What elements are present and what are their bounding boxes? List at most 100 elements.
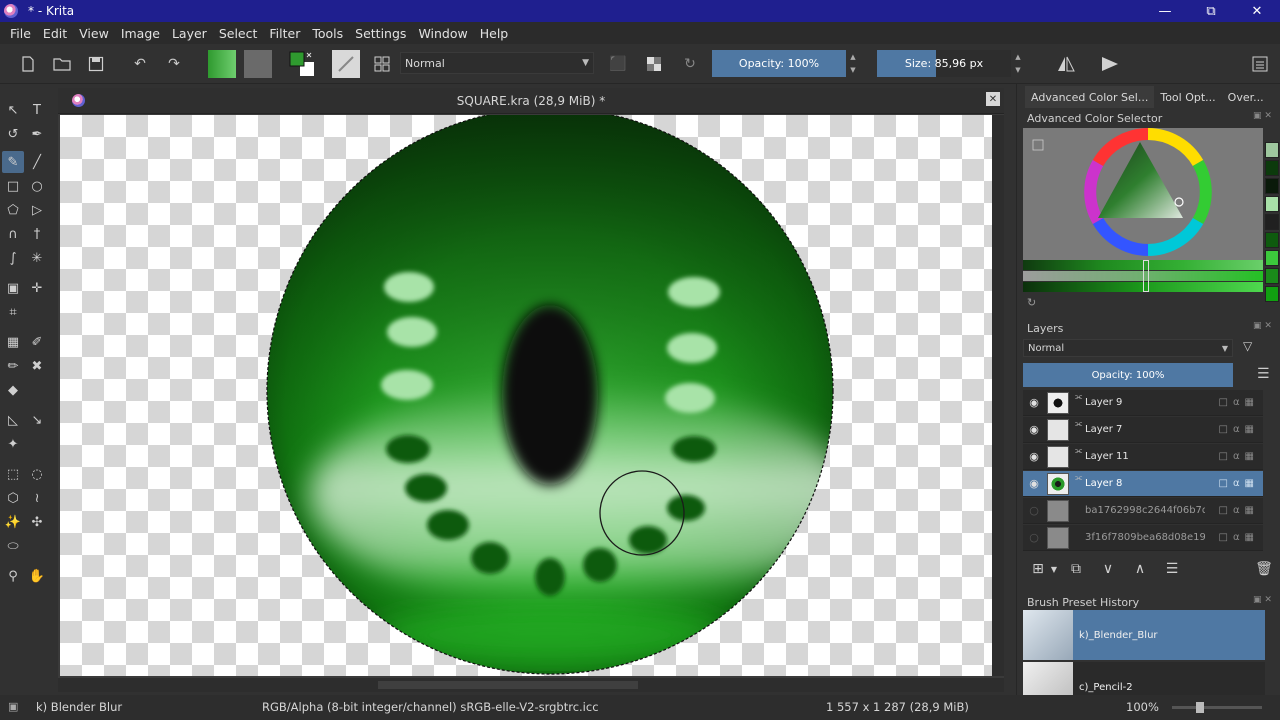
reload-preset-icon[interactable]: ↻: [678, 52, 702, 76]
lock-alpha-icon[interactable]: □α▦: [1219, 397, 1260, 408]
save-icon[interactable]: [84, 52, 108, 76]
contiguous-selection-tool-icon[interactable]: ✨: [2, 511, 24, 533]
zoom-slider[interactable]: [1172, 702, 1262, 713]
eye-closed-icon[interactable]: ○: [1023, 504, 1045, 517]
edit-shapes-tool-icon[interactable]: ↺: [2, 123, 24, 145]
polygon-tool-icon[interactable]: ⬠: [2, 199, 24, 221]
ellipse-tool-icon[interactable]: ○: [26, 175, 48, 197]
horizontal-scrollbar[interactable]: [58, 678, 1004, 692]
pattern-selector-icon[interactable]: [244, 50, 272, 78]
select-shapes-tool-icon[interactable]: ↖: [2, 99, 24, 121]
tab-advanced-color-selector[interactable]: Advanced Color Sel...: [1025, 86, 1155, 108]
redo-icon[interactable]: ↷: [162, 52, 186, 76]
calligraphy-tool-icon[interactable]: ✒: [26, 123, 48, 145]
menu-settings[interactable]: Settings: [349, 26, 412, 41]
preserve-alpha-icon[interactable]: [642, 52, 666, 76]
zoom-slider-handle[interactable]: [1196, 702, 1204, 713]
lock-alpha-icon[interactable]: □α▦: [1219, 451, 1260, 462]
bezier-tool-icon[interactable]: ∩: [2, 223, 24, 245]
recent-color-swatch[interactable]: [1265, 250, 1279, 266]
gradient-tool-icon[interactable]: ▦: [2, 331, 24, 353]
vertical-scrollbar[interactable]: [992, 115, 1004, 676]
fg-bg-color-icon[interactable]: [288, 50, 316, 78]
eye-icon[interactable]: ◉: [1023, 450, 1045, 463]
color-selector-panel[interactable]: [1023, 128, 1263, 262]
recent-color-swatch[interactable]: [1265, 178, 1279, 194]
lock-alpha-icon[interactable]: □α▦: [1219, 478, 1260, 489]
layer-properties-sliders-icon[interactable]: ☰: [1161, 558, 1183, 580]
recent-color-swatch[interactable]: [1265, 214, 1279, 230]
menu-tools[interactable]: Tools: [306, 26, 349, 41]
layers-blend-mode-select[interactable]: Normal ▼: [1023, 339, 1233, 357]
rectangular-selection-tool-icon[interactable]: ⬚: [2, 463, 24, 485]
undo-icon[interactable]: ↶: [128, 52, 152, 76]
lock-alpha-icon[interactable]: □α▦: [1219, 505, 1260, 516]
close-document-icon[interactable]: ✕: [986, 92, 1000, 106]
move-layer-up-icon[interactable]: ∧: [1129, 558, 1151, 580]
dynamic-brush-tool-icon[interactable]: ∫: [2, 247, 24, 269]
transform-tool-icon[interactable]: ▣: [2, 277, 24, 299]
gradient-selector-icon[interactable]: [208, 50, 236, 78]
size-slider[interactable]: Size: 85,96 px: [877, 50, 1011, 77]
menu-window[interactable]: Window: [412, 26, 473, 41]
menu-edit[interactable]: Edit: [37, 26, 73, 41]
open-document-icon[interactable]: [50, 52, 74, 76]
size-spinner[interactable]: ▲ ▼: [1013, 50, 1023, 77]
preset-history-float-icon[interactable]: ▣ ✕: [1253, 595, 1272, 605]
eye-icon[interactable]: ◉: [1023, 396, 1045, 409]
recent-color-swatch[interactable]: [1265, 232, 1279, 248]
eye-icon[interactable]: ◉: [1023, 477, 1045, 490]
opacity-spinner[interactable]: ▲ ▼: [848, 50, 858, 77]
delete-layer-icon[interactable]: 🗑: [1253, 558, 1275, 580]
horizontal-scroll-thumb[interactable]: [378, 681, 638, 689]
workspace-grid-icon[interactable]: [370, 52, 394, 76]
maximize-button[interactable]: ⧉: [1188, 0, 1234, 22]
polyline-tool-icon[interactable]: ▷: [26, 199, 48, 221]
pan-tool-icon[interactable]: ✋: [26, 565, 48, 587]
layer-row[interactable]: ◉ ⫘ Layer 9 □α▦: [1023, 390, 1263, 416]
similar-selection-tool-icon[interactable]: ✣: [26, 511, 48, 533]
drawing-canvas[interactable]: [60, 115, 1000, 676]
crop-tool-icon[interactable]: ⌗: [2, 301, 24, 323]
layer-row-selected[interactable]: ◉ ⫘ Layer 8 □α▦: [1023, 471, 1263, 497]
preset-item-selected[interactable]: k)_Blender_Blur: [1023, 610, 1265, 660]
colorize-mask-tool-icon[interactable]: ✏: [2, 355, 24, 377]
opacity-slider[interactable]: Opacity: 100%: [712, 50, 846, 77]
menu-layer[interactable]: Layer: [166, 26, 213, 41]
layer-filter-icon[interactable]: ▽: [1243, 339, 1252, 353]
layers-float-icon[interactable]: ▣ ✕: [1253, 321, 1272, 331]
layer-row[interactable]: ○ 3f16f7809bea68d08e199... □α▦: [1023, 525, 1263, 551]
close-button[interactable]: ✕: [1234, 0, 1280, 22]
freehand-selection-tool-icon[interactable]: ≀: [26, 487, 48, 509]
layer-row[interactable]: ◉ ⫘ Layer 11 □α▦: [1023, 444, 1263, 470]
menu-file[interactable]: File: [4, 26, 37, 41]
recent-color-swatch[interactable]: [1265, 196, 1279, 212]
move-layer-down-icon[interactable]: ∨: [1097, 558, 1119, 580]
smart-patch-tool-icon[interactable]: ✖: [26, 355, 48, 377]
eye-icon[interactable]: ◉: [1023, 423, 1045, 436]
lock-alpha-icon[interactable]: □α▦: [1219, 424, 1260, 435]
elliptical-selection-tool-icon[interactable]: ◌: [26, 463, 48, 485]
brush-preset-icon[interactable]: [332, 50, 360, 78]
menu-view[interactable]: View: [73, 26, 115, 41]
layer-row[interactable]: ◉ ⫘ Layer 7 □α▦: [1023, 417, 1263, 443]
color-wheel[interactable]: [1023, 128, 1263, 262]
duplicate-layer-icon[interactable]: ⧉: [1065, 558, 1087, 580]
tab-overview[interactable]: Over...: [1222, 86, 1270, 108]
freehand-path-tool-icon[interactable]: †: [26, 223, 48, 245]
minimize-button[interactable]: —: [1142, 0, 1188, 22]
bezier-selection-tool-icon[interactable]: ⬭: [2, 535, 24, 557]
blend-mode-select[interactable]: Normal ▼: [400, 52, 594, 74]
lock-alpha-icon[interactable]: □α▦: [1219, 532, 1260, 543]
measure-tool-icon[interactable]: ↘: [26, 409, 48, 431]
chevron-down-icon[interactable]: ▼: [1043, 558, 1065, 580]
reference-images-tool-icon[interactable]: ✦: [2, 433, 24, 455]
mirror-horizontal-icon[interactable]: [1054, 52, 1078, 76]
menu-filter[interactable]: Filter: [263, 26, 306, 41]
text-tool-icon[interactable]: T: [26, 99, 48, 121]
eraser-mode-icon[interactable]: ⬛: [606, 52, 630, 76]
menu-help[interactable]: Help: [474, 26, 515, 41]
tab-tool-options[interactable]: Tool Opt...: [1154, 86, 1221, 108]
recent-color-swatch[interactable]: [1265, 268, 1279, 284]
polygonal-selection-tool-icon[interactable]: ⬡: [2, 487, 24, 509]
